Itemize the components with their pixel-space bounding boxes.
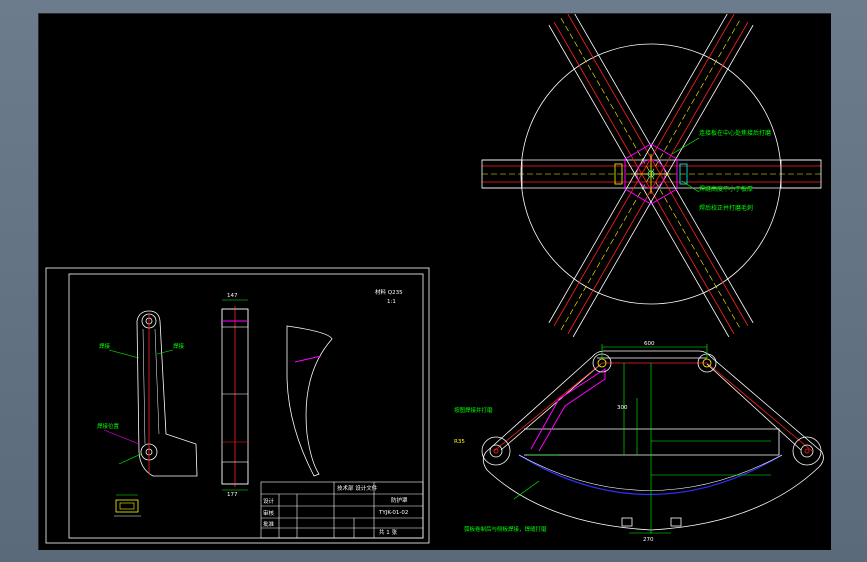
title-block-approver: 批准 bbox=[263, 520, 275, 528]
title-block-sheet-no: 共 1 张 bbox=[379, 528, 397, 536]
cad-drawing-canvas[interactable]: 连接板在中心处焦接后打磨 焊缝高度不小于板厚 焊后校正并打磨毛刺 600 300… bbox=[39, 14, 831, 550]
part-detail-block bbox=[114, 494, 141, 517]
detail-dim-bottom: 177 bbox=[227, 492, 238, 498]
part-bar bbox=[221, 299, 249, 491]
title-block-checker: 审核 bbox=[263, 509, 275, 517]
title-block-part-name: 防护罩 bbox=[391, 496, 408, 504]
front-view-dim-top: 600 bbox=[644, 341, 655, 347]
top-view-notes: 连接板在中心处焦接后打磨 焊缝高度不小于板厚 焊后校正并打磨毛刺 bbox=[699, 129, 771, 212]
title-block-designer: 设计 bbox=[263, 497, 275, 505]
front-view-pivot-right bbox=[792, 436, 822, 466]
top-view-note-3: 焊后校正并打磨毛刺 bbox=[699, 204, 753, 212]
part-lever bbox=[103, 310, 198, 477]
front-view-dim-height: 300 bbox=[617, 405, 628, 411]
cad-drawing-viewport[interactable]: 连接板在中心处焦接后打磨 焊缝高度不小于板厚 焊后校正并打磨毛刺 600 300… bbox=[38, 13, 831, 550]
part-curved-plate bbox=[286, 325, 333, 477]
detail-label-3: 焊接位置 bbox=[97, 422, 120, 430]
front-view-dim-radius: R35 bbox=[454, 439, 465, 445]
top-view-note-2: 焊缝高度不小于板厚 bbox=[699, 185, 753, 193]
sheet-material-note: 材料 Q235 bbox=[375, 288, 403, 296]
title-block-drawing-no: TYJK-01-02 bbox=[378, 510, 408, 516]
detail-label-2: 焊接 bbox=[173, 342, 185, 350]
front-view-dim-bottom: 270 bbox=[643, 537, 654, 543]
top-view-note-1: 连接板在中心处焦接后打磨 bbox=[699, 129, 771, 137]
detail-label-1: 焊接 bbox=[99, 342, 111, 350]
front-view-pivot-left bbox=[481, 436, 511, 466]
front-view-labels: 600 300 270 R35 按图焊接并打磨 弧板卷制后与侧板焊接，焊缝打磨 bbox=[454, 341, 655, 543]
drawing-sheet bbox=[45, 267, 430, 544]
title-block-company: 技术部 设计文件 bbox=[337, 484, 378, 492]
front-view-note-left: 按图焊接并打磨 bbox=[454, 406, 493, 414]
front-view bbox=[481, 344, 824, 534]
detail-dim-width: 147 bbox=[227, 293, 238, 299]
front-view-note-bottom: 弧板卷制后与侧板焊接，焊缝打磨 bbox=[464, 525, 547, 533]
front-view-outline bbox=[482, 350, 824, 531]
top-view bbox=[481, 14, 822, 338]
sheet-scale-note: 1:1 bbox=[387, 299, 396, 305]
sheet-inner-border bbox=[68, 273, 424, 539]
